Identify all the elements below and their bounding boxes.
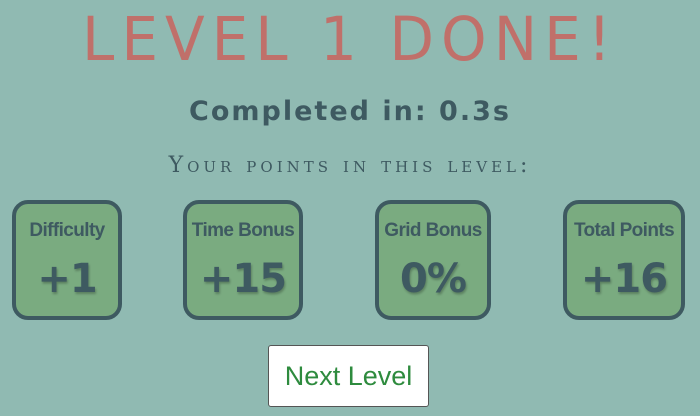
grid-bonus-card: Grid Bonus 0% — [375, 200, 491, 320]
total-points-card: Total Points +16 — [563, 200, 685, 320]
difficulty-value: +1 — [37, 256, 97, 302]
next-level-button[interactable]: Next Level — [268, 345, 429, 407]
completion-time-text: Completed in: 0.3s — [189, 96, 511, 127]
difficulty-card: Difficulty +1 — [12, 200, 122, 320]
time-bonus-card: Time Bonus +15 — [183, 200, 303, 320]
grid-bonus-label: Grid Bonus — [384, 220, 482, 241]
difficulty-label: Difficulty — [29, 220, 105, 241]
time-bonus-label: Time Bonus — [191, 220, 295, 241]
points-heading: Your points in this level: — [168, 153, 532, 178]
level-complete-title: LEVEL 1 DONE! — [82, 3, 618, 75]
grid-bonus-value: 0% — [400, 256, 467, 302]
total-points-label: Total Points — [573, 220, 675, 241]
time-bonus-value: +15 — [199, 256, 287, 302]
total-points-value: +16 — [580, 256, 668, 302]
